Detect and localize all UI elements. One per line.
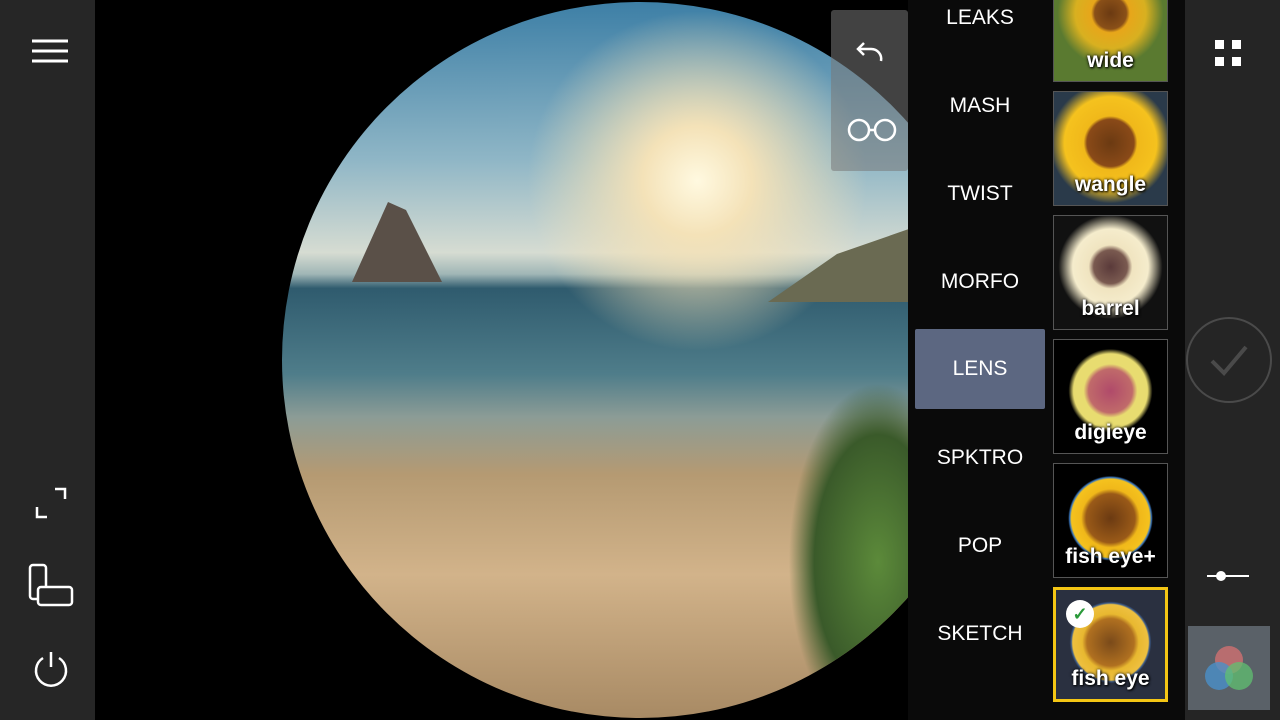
category-twist[interactable]: TWIST <box>915 154 1045 234</box>
right-toolbar <box>1185 0 1280 720</box>
selected-check-icon: ✓ <box>1066 600 1094 628</box>
fullscreen-icon[interactable] <box>34 486 68 520</box>
effect-label: fish eye <box>1071 667 1150 690</box>
overlay-panel <box>831 10 908 171</box>
category-label: LENS <box>952 357 1008 380</box>
category-label: TWIST <box>947 182 1013 205</box>
slider-icon[interactable] <box>1205 566 1251 586</box>
category-label: SKETCH <box>937 622 1023 645</box>
power-icon[interactable] <box>30 648 72 690</box>
glasses-icon[interactable] <box>847 116 897 144</box>
category-label: LEAKS <box>946 6 1014 29</box>
effect-label: fish eye+ <box>1065 545 1156 568</box>
undo-icon[interactable] <box>853 38 887 68</box>
grid-icon[interactable] <box>1211 36 1245 70</box>
category-pop[interactable]: POP <box>915 506 1045 586</box>
menu-icon[interactable] <box>30 36 70 66</box>
effect-fish-eye[interactable]: ✓ fish eye <box>1053 587 1168 702</box>
category-label: MORFO <box>940 270 1020 293</box>
left-toolbar <box>0 0 95 720</box>
shutter-check-icon[interactable] <box>1185 316 1273 404</box>
category-label: MASH <box>949 94 1011 117</box>
effect-barrel[interactable]: barrel <box>1053 215 1168 330</box>
category-sketch[interactable]: SKETCH <box>915 594 1045 674</box>
effect-label: barrel <box>1081 297 1140 320</box>
effect-fish-eye-plus[interactable]: fish eye+ <box>1053 463 1168 578</box>
switch-camera-icon[interactable] <box>26 562 76 610</box>
effect-digieye[interactable]: digieye <box>1053 339 1168 454</box>
effect-wangle[interactable]: wangle <box>1053 91 1168 206</box>
category-label: SPKTRO <box>936 446 1024 469</box>
category-mash[interactable]: MASH <box>915 66 1045 146</box>
effect-wide[interactable]: wide <box>1053 0 1168 82</box>
category-lens[interactable]: LENS <box>915 329 1045 409</box>
preview-rock <box>352 202 442 282</box>
effect-label: wangle <box>1074 173 1147 196</box>
category-leaks[interactable]: LEAKS <box>915 0 1045 58</box>
color-filter-icon[interactable] <box>1188 626 1270 710</box>
category-label: POP <box>957 534 1003 557</box>
effect-label: digieye <box>1074 421 1147 444</box>
category-morfo[interactable]: MORFO <box>915 242 1045 322</box>
category-spktro[interactable]: SPKTRO <box>915 418 1045 498</box>
effect-label: wide <box>1087 49 1134 72</box>
